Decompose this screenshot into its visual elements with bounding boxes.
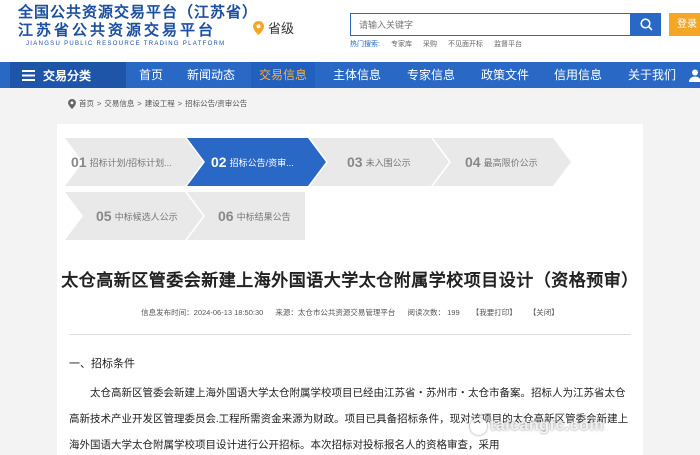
hot-search-label: 热门搜索: (350, 41, 380, 48)
step-label: 未入围公示 (365, 157, 411, 168)
search-icon (639, 18, 653, 31)
step-label: 最高限价公示 (483, 157, 538, 168)
nav-expert-info[interactable]: 专家信息 (400, 62, 462, 88)
hot-search-item[interactable]: 监督平台 (494, 39, 522, 49)
step-6[interactable]: 06 中标结果公告 (204, 200, 304, 232)
menu-icon (22, 69, 35, 81)
step-number: 02 (211, 154, 227, 170)
breadcrumb: 首页 > 交易信息 > 建设工程 > 招标公告/资审公告 (68, 98, 247, 109)
step-number: 01 (71, 154, 87, 170)
step-number: 03 (347, 154, 363, 170)
step-number: 06 (218, 208, 234, 224)
search-input[interactable] (350, 13, 631, 36)
nav-credit[interactable]: 信用信息 (547, 62, 609, 88)
hot-search-item[interactable]: 专家库 (391, 39, 412, 49)
breadcrumb-home[interactable]: 首页 (79, 98, 94, 109)
breadcrumb-current: 招标公告/资审公告 (185, 99, 248, 108)
step-3[interactable]: 03 未入围公示 (333, 146, 443, 178)
logo-subtitle: JIANGSU PUBLIC RESOURCE TRADING PLATFORM (26, 41, 226, 47)
hot-search-item[interactable]: 采购 (423, 39, 437, 49)
search-button[interactable] (631, 13, 661, 36)
watermark: taicangfc.com (470, 417, 604, 435)
watermark-text: taicangfc.com (490, 417, 605, 434)
step-arrows (65, 138, 571, 240)
login-button[interactable]: 登录 (669, 13, 700, 36)
hot-searches: 热门搜索: 专家库 采购 不见面开标 监督平台 (350, 39, 522, 49)
logo-title-line1: 全国公共资源交易平台（江苏省） (18, 4, 259, 21)
user-icon[interactable] (688, 68, 700, 82)
location-pin-icon (68, 98, 76, 109)
step-label: 中标候选人公示 (114, 211, 178, 222)
article-meta: 信息发布时间：2024-06-13 18:50:30 来源：太仓市公共资源交易管… (57, 307, 643, 318)
print-link[interactable]: 【我要打印】 (472, 308, 517, 317)
step-4[interactable]: 04 最高限价公示 (451, 146, 567, 178)
article-source: 来源：太仓市公共资源交易管理平台 (275, 308, 396, 317)
breadcrumb-separator: > (137, 99, 142, 108)
nav-news[interactable]: 新闻动态 (181, 62, 241, 88)
breadcrumb-separator: > (177, 99, 183, 108)
hot-search-item[interactable]: 不见面开标 (448, 39, 483, 49)
step-label: 招标计划/招标计划... (89, 157, 172, 168)
step-5[interactable]: 05 中标候选人公示 (82, 200, 202, 232)
nav-home[interactable]: 首页 (130, 62, 172, 88)
region-selector[interactable]: 省级 (253, 18, 294, 37)
publish-date: 信息发布时间：2024-06-13 18:50:30 (141, 308, 264, 317)
divider (69, 334, 631, 335)
step-number: 05 (96, 208, 112, 224)
close-link[interactable]: 【关闭】 (529, 308, 559, 317)
breadcrumb-trade-info[interactable]: 交易信息 (104, 98, 134, 109)
location-pin-icon (253, 20, 264, 35)
nav-policy[interactable]: 政策文件 (474, 62, 536, 88)
step-label: 招标公告/资审... (229, 157, 294, 168)
breadcrumb-construction[interactable]: 建设工程 (145, 98, 175, 109)
site-logo[interactable]: 全国公共资源交易平台（江苏省） 江苏省公共资源交易平台 JIANGSU PUBL… (18, 4, 258, 49)
nav-about[interactable]: 关于我们 (621, 62, 683, 88)
watermark-logo-icon (470, 417, 487, 435)
breadcrumb-separator: > (97, 99, 102, 108)
region-label: 省级 (268, 21, 295, 36)
process-steps: 01 招标计划/招标计划... 02 招标公告/资审... 03 未入围公示 0… (57, 124, 643, 254)
nav-trade-info[interactable]: 交易信息 (251, 62, 315, 88)
site-header: 全国公共资源交易平台（江苏省） 江苏省公共资源交易平台 JIANGSU PUBL… (0, 0, 700, 62)
step-1[interactable]: 01 招标计划/招标计划... (57, 146, 199, 178)
step-number: 04 (465, 154, 481, 170)
trade-category-label: 交易分类 (43, 68, 92, 83)
article-title: 太仓高新区管委会新建上海外国语大学太仓附属学校项目设计（资格预审） (61, 271, 639, 290)
step-label: 中标结果公告 (236, 211, 291, 222)
trade-category-menu[interactable]: 交易分类 (10, 62, 126, 88)
section-heading: 一、招标条件 (69, 357, 135, 370)
main-nav: 交易分类 首页 新闻动态 交易信息 主体信息 专家信息 政策文件 信用信息 关于… (0, 62, 700, 88)
step-2[interactable]: 02 招标公告/资审... (197, 146, 325, 178)
nav-entity-info[interactable]: 主体信息 (326, 62, 388, 88)
logo-title-line2: 江苏省公共资源交易平台 (18, 22, 217, 39)
view-count: 阅读次数： 199 (407, 308, 460, 317)
